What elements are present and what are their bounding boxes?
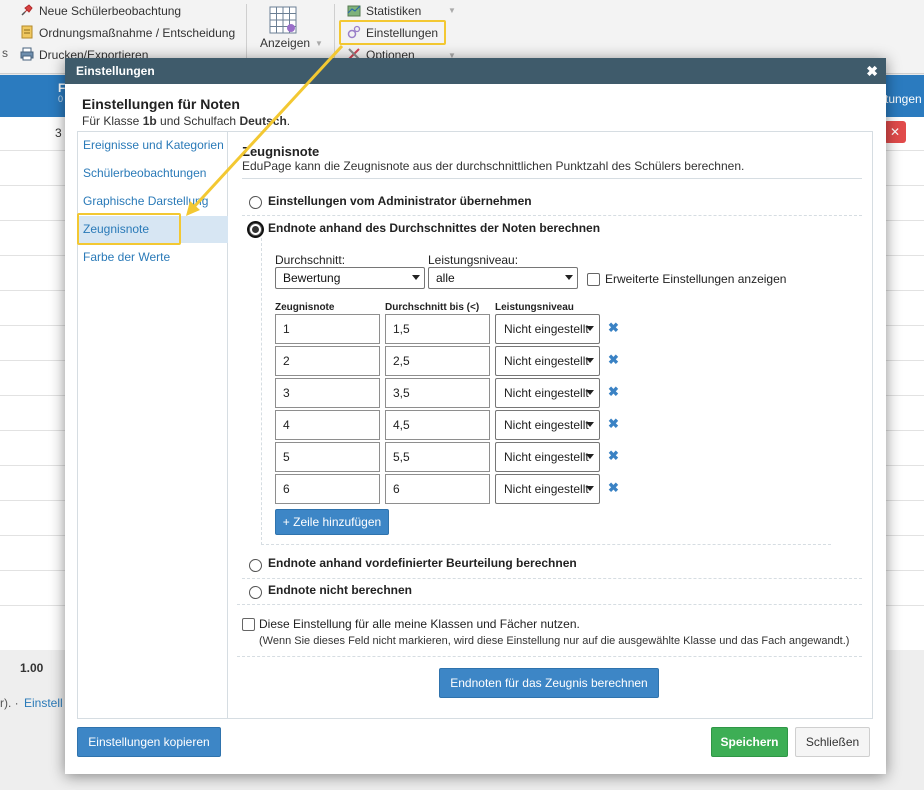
pointer-arrow bbox=[186, 44, 344, 216]
